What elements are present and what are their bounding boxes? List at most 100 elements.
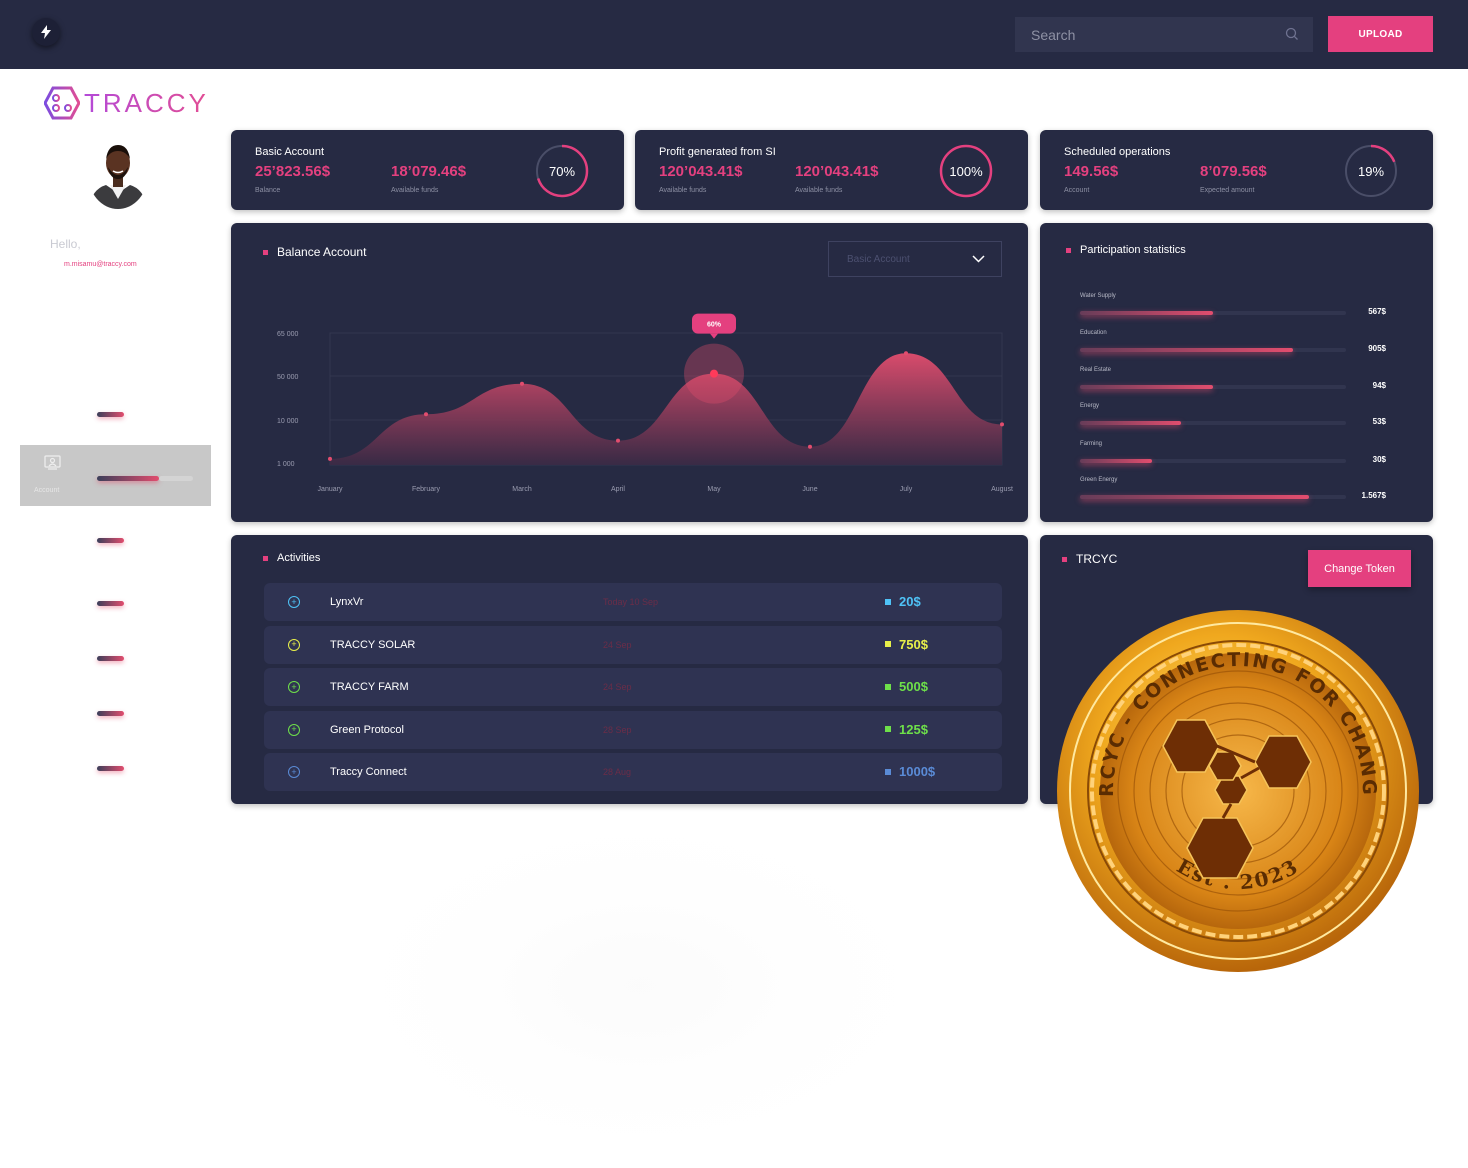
stat-title: Scheduled operations xyxy=(1064,146,1171,158)
data-point[interactable] xyxy=(328,456,332,461)
x-tick-label: June xyxy=(802,486,817,493)
user-email[interactable]: m.misamu@traccy.com xyxy=(64,261,137,268)
plus-circle-icon[interactable]: + xyxy=(288,638,300,651)
participation-row[interactable]: Farming 30$ xyxy=(1080,441,1400,464)
top-bar: UPLOAD xyxy=(0,0,1468,69)
activity-row[interactable]: + Green Protocol 28 Sep 125$ xyxy=(264,710,1002,749)
progress-fill xyxy=(1080,459,1152,463)
stat-label: Balance xyxy=(255,187,281,194)
participation-label: Water Supply xyxy=(1080,293,1116,299)
participation-value: 53$ xyxy=(1372,417,1386,426)
participation-row[interactable]: Education 905$ xyxy=(1080,330,1400,353)
progress-fill xyxy=(1080,385,1213,389)
activity-row[interactable]: + TRACCY FARM 24 Sep 500$ xyxy=(264,668,1002,706)
data-point[interactable] xyxy=(904,351,908,356)
progress-percent: 100% xyxy=(949,163,983,179)
sidebar-item-5[interactable] xyxy=(97,711,124,716)
y-tick-label: 1 000 xyxy=(277,461,295,468)
activity-name: TRACCY FARM xyxy=(330,681,409,693)
x-tick-label: August xyxy=(991,486,1013,493)
data-point[interactable] xyxy=(1000,422,1004,427)
activity-date: 24 Sep xyxy=(603,682,632,692)
plus-circle-icon[interactable]: + xyxy=(288,766,300,778)
x-tick-label: January xyxy=(318,486,343,493)
activity-amount: 1000$ xyxy=(885,764,935,779)
logo-text: TRACCY xyxy=(84,87,209,118)
search-input[interactable] xyxy=(1015,17,1313,52)
stat-card-basic-account[interactable]: Basic Account 25’823.56$ Balance 18’079.… xyxy=(231,130,624,210)
participation-card: Participation statistics Water Supply 567… xyxy=(1040,223,1433,522)
x-tick-label: April xyxy=(611,486,625,493)
participation-row[interactable]: Real Estate 94$ xyxy=(1080,367,1400,390)
activity-amount-value: 500$ xyxy=(899,679,928,694)
x-tick-label: February xyxy=(412,486,441,493)
participation-title: Participation statistics xyxy=(1080,244,1186,256)
participation-row[interactable]: Energy 53$ xyxy=(1080,403,1400,426)
search-icon[interactable] xyxy=(1285,27,1299,41)
activity-amount: 125$ xyxy=(885,722,928,737)
trcyc-coin-icon: TRCYC - CONNECTING FOR CHANGE Est . 2023 xyxy=(1055,608,1419,972)
sidebar-item-1[interactable] xyxy=(97,412,124,417)
x-tick-label: March xyxy=(512,486,532,493)
data-point[interactable] xyxy=(520,381,524,386)
lightning-icon[interactable] xyxy=(32,18,60,46)
section-title: Activities xyxy=(263,552,320,564)
participation-row[interactable]: Water Supply 567$ xyxy=(1080,293,1400,316)
activity-date: 28 Aug xyxy=(603,767,632,777)
brand-logo[interactable]: TRACCY xyxy=(44,86,209,120)
activity-row[interactable]: + TRACCY SOLAR 24 Sep 750$ xyxy=(264,625,1002,664)
participation-label: Energy xyxy=(1080,403,1100,409)
highlight-point[interactable] xyxy=(710,369,718,378)
participation-label: Green Energy xyxy=(1080,477,1118,483)
progress-fill xyxy=(1080,311,1213,315)
data-point[interactable] xyxy=(424,412,428,417)
progress-fill xyxy=(1080,495,1309,499)
sidebar-item-3[interactable] xyxy=(97,601,124,606)
x-tick-label: May xyxy=(707,486,721,493)
sidebar-item-account[interactable]: Account xyxy=(20,445,211,506)
activity-row[interactable]: + Traccy Connect 28 Aug 1000$ xyxy=(264,753,1002,791)
sidebar-item-6[interactable] xyxy=(97,766,124,771)
participation-value: 94$ xyxy=(1372,381,1386,390)
active-indicator xyxy=(97,476,159,481)
stat-label: Available funds xyxy=(659,187,707,194)
balance-area-chart[interactable]: 65 000 50 000 10 000 1 000 60% January Februar… xyxy=(231,223,1028,522)
stat-value: 120’043.41$ xyxy=(659,163,743,180)
activity-date: 28 Sep xyxy=(603,724,632,735)
plus-circle-icon[interactable]: + xyxy=(288,681,300,693)
section-title: Participation statistics xyxy=(1066,244,1186,256)
stat-label: Account xyxy=(1064,187,1090,194)
participation-value: 567$ xyxy=(1368,307,1386,316)
stat-card-profit[interactable]: Profit generated from SI 120’043.41$ Ava… xyxy=(635,130,1028,210)
y-tick-label: 10 000 xyxy=(277,418,299,425)
activity-amount-value: 125$ xyxy=(899,721,928,737)
y-tick-label: 65 000 xyxy=(277,331,299,338)
stat-value: 25’823.56$ xyxy=(255,163,331,180)
activity-amount-value: 20$ xyxy=(899,594,921,609)
progress-fill xyxy=(1080,348,1293,352)
stat-value: 120’043.41$ xyxy=(795,163,879,180)
plus-circle-icon[interactable]: + xyxy=(288,596,300,608)
upload-button[interactable]: UPLOAD xyxy=(1328,16,1433,52)
progress-percent: 70% xyxy=(548,163,576,179)
greeting: Hello, xyxy=(50,237,81,251)
change-token-button[interactable]: Change Token xyxy=(1308,550,1411,587)
sidebar-item-label: Account xyxy=(34,487,60,494)
stat-title: Profit generated from SI xyxy=(659,146,776,158)
participation-row[interactable]: Green Energy 1.567$ xyxy=(1080,477,1400,500)
data-point[interactable] xyxy=(616,438,620,443)
stat-value: 18’079.46$ xyxy=(391,163,467,180)
stat-label: Available funds xyxy=(391,187,439,194)
plus-circle-icon[interactable]: + xyxy=(288,723,300,736)
data-point[interactable] xyxy=(808,444,812,449)
sidebar-item-4[interactable] xyxy=(97,656,124,661)
sidebar-item-2[interactable] xyxy=(97,538,124,543)
activity-name: Traccy Connect xyxy=(330,766,407,778)
stat-card-scheduled[interactable]: Scheduled operations 149.56$ Account 8’0… xyxy=(1040,130,1433,210)
search-box[interactable] xyxy=(1015,17,1313,52)
section-title: TRCYC xyxy=(1062,552,1117,566)
avatar[interactable] xyxy=(88,139,148,209)
participation-label: Real Estate xyxy=(1080,367,1112,373)
activity-row[interactable]: + LynxVr Today 10 Sep 20$ xyxy=(264,583,1002,621)
stat-label: Available funds xyxy=(795,187,843,194)
